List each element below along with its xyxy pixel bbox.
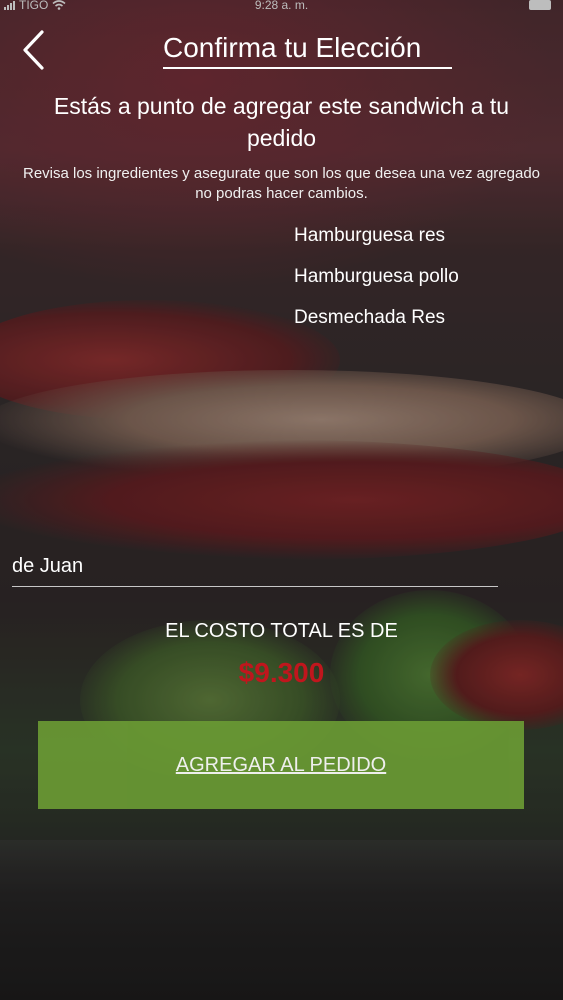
confirmation-message: Estás a punto de agregar este sandwich a… xyxy=(53,93,510,151)
status-time: 9:28 a. m. xyxy=(254,0,309,12)
review-note: Revisa los ingredientes y asegurate que … xyxy=(22,165,541,202)
ingredients-list: Hamburguesa res Hamburguesa pollo Desmec… xyxy=(294,224,459,347)
ingredient-item: Desmechada Res xyxy=(294,307,446,328)
status-bar: TIGO 9:28 a. m. xyxy=(0,0,563,14)
add-to-order-label: AGREGAR AL PEDIDO xyxy=(175,753,387,776)
battery-icon xyxy=(529,0,551,10)
ingredient-item: Hamburguesa res xyxy=(294,225,446,246)
back-button[interactable] xyxy=(18,28,52,72)
ingredient-item: Hamburguesa pollo xyxy=(294,266,459,287)
sandwich-name-input[interactable] xyxy=(12,546,498,587)
add-to-order-button[interactable]: AGREGAR AL PEDIDO xyxy=(38,721,524,809)
total-price: $9.300 xyxy=(238,657,325,688)
chevron-left-icon xyxy=(23,30,44,70)
title-underline xyxy=(163,67,452,69)
page-title: Confirma tu Elección xyxy=(163,32,422,63)
total-label: EL COSTO TOTAL ES DE xyxy=(165,620,398,642)
